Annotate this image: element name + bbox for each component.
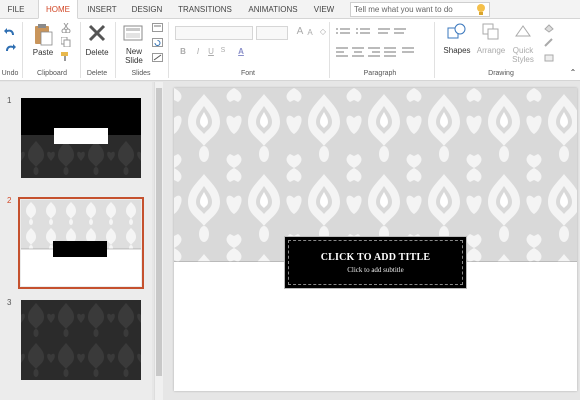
thumbnail-3-graphic (21, 300, 141, 380)
paragraph-controls-icon[interactable] (336, 27, 426, 67)
copy-icon[interactable] (61, 37, 71, 47)
slide-editor: CLICK TO ADD TITLE Click to add subtitle (163, 82, 580, 400)
new-slide-button[interactable]: New Slide (120, 47, 148, 65)
quick-styles-label-2: Styles (512, 55, 534, 64)
thumbnail-1-graphic (21, 98, 141, 178)
redo-icon[interactable] (4, 43, 16, 53)
tell-me-search[interactable]: Tell me what you want to do (350, 2, 490, 17)
new-slide-icon[interactable] (123, 23, 143, 43)
tell-me-text: Tell me what you want to do (354, 5, 453, 14)
undo-icon[interactable] (4, 27, 16, 37)
scrollbar-thumb[interactable] (156, 88, 162, 376)
new-slide-label-1: New (125, 47, 142, 56)
shapes-icon[interactable] (447, 22, 467, 42)
tab-animations[interactable]: ANIMATIONS (242, 0, 304, 19)
shape-outline-icon[interactable] (543, 38, 555, 48)
arrange-button[interactable]: Arrange (474, 46, 508, 55)
paste-button[interactable]: Paste (30, 48, 56, 57)
collapse-ribbon-icon[interactable]: ⌃ (568, 68, 578, 77)
delete-group-label: Delete (86, 70, 108, 77)
slide-number-1: 1 (7, 96, 12, 105)
tab-view[interactable]: VIEW (308, 0, 340, 19)
clipboard-group-label: Clipboard (37, 70, 67, 77)
delete-icon[interactable] (88, 24, 106, 42)
slide-thumbnail-1[interactable] (21, 98, 141, 178)
separator (22, 22, 23, 78)
tab-design[interactable]: DESIGN (126, 0, 168, 19)
shape-fill-icon[interactable] (543, 23, 555, 33)
bold-button[interactable]: B (178, 47, 188, 56)
underline-button[interactable]: U (206, 47, 216, 56)
delete-button[interactable]: Delete (83, 48, 111, 57)
font-size-dropdown[interactable] (256, 26, 288, 40)
separator (168, 22, 169, 78)
reset-icon[interactable] (152, 38, 163, 48)
quick-styles-icon[interactable] (513, 22, 533, 42)
italic-button[interactable]: I (193, 47, 203, 56)
quick-styles-label-1: Quick (512, 46, 534, 55)
slide-subtitle[interactable]: Click to add subtitle (285, 266, 466, 274)
undo-group-label: Undo (1, 70, 19, 77)
current-slide[interactable]: CLICK TO ADD TITLE Click to add subtitle (174, 88, 577, 391)
tab-home[interactable]: HOME (38, 0, 78, 19)
slide-number-2: 2 (7, 196, 12, 205)
slide-thumbnail-3[interactable] (21, 300, 141, 380)
slides-group-label: Slides (131, 70, 151, 77)
tab-insert[interactable]: INSERT (82, 0, 122, 19)
slide-title[interactable]: CLICK TO ADD TITLE (285, 252, 466, 263)
shadow-button[interactable]: S (217, 47, 229, 54)
font-name-dropdown[interactable] (175, 26, 253, 40)
shapes-button[interactable]: Shapes (442, 46, 472, 55)
separator (80, 22, 81, 78)
decrease-font-icon[interactable]: A (306, 28, 314, 37)
separator (115, 22, 116, 78)
format-painter-icon[interactable] (61, 51, 71, 61)
slide-thumbnail-2[interactable] (21, 200, 141, 286)
paragraph-group-label: Paragraph (363, 70, 397, 77)
slide-number-3: 3 (7, 298, 12, 307)
font-group-label: Font (240, 70, 255, 77)
separator (434, 22, 435, 78)
thumbnail-scrollbar[interactable] (154, 82, 163, 400)
tab-file[interactable]: FILE (0, 0, 32, 19)
slide-thumbnail-pane: 1 2 3 (0, 82, 152, 400)
arrange-icon[interactable] (481, 22, 501, 42)
increase-font-icon[interactable]: A (295, 26, 305, 37)
drawing-group-label: Drawing (488, 70, 514, 77)
ribbon-tabs: FILE HOME INSERT DESIGN TRANSITIONS ANIM… (0, 0, 580, 19)
thumbnail-2-graphic (21, 200, 141, 286)
cut-icon[interactable] (61, 23, 71, 33)
title-placeholder[interactable]: CLICK TO ADD TITLE Click to add subtitle (284, 236, 467, 289)
ribbon: Undo Paste Clipboard Delete Delete New S… (0, 19, 580, 81)
font-color-button[interactable]: A (236, 47, 246, 56)
quick-styles-button[interactable]: Quick Styles (508, 46, 538, 64)
section-icon[interactable] (152, 53, 163, 63)
paste-icon[interactable] (33, 23, 53, 47)
new-slide-label-2: Slide (125, 56, 143, 65)
clear-format-icon[interactable]: ◇ (318, 27, 328, 36)
layout-icon[interactable] (152, 23, 163, 33)
shape-effects-icon[interactable] (543, 53, 555, 63)
lightbulb-icon[interactable] (476, 3, 486, 16)
tab-transitions[interactable]: TRANSITIONS (172, 0, 238, 19)
